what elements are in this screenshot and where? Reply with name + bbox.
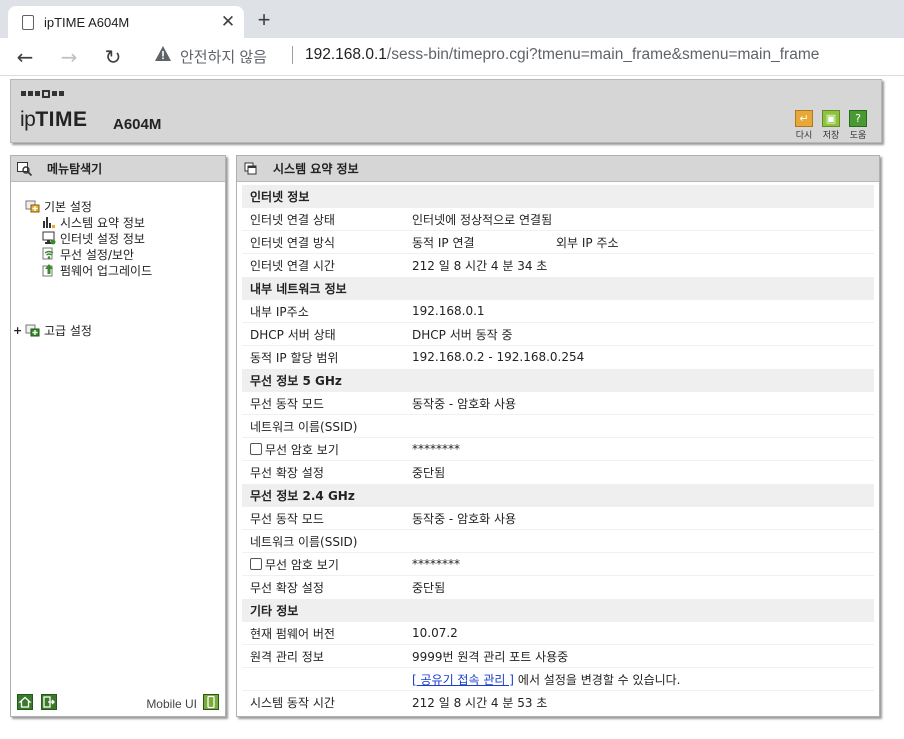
wifi-icon — [41, 247, 57, 261]
system-summary-panel: 시스템 요약 정보 인터넷 정보 인터넷 연결 상태 인터넷에 정상적으로 연결… — [236, 155, 880, 717]
save-button[interactable]: ▣ 저장 — [820, 110, 842, 141]
section-wireless-24ghz: 무선 정보 2.4 GHz — [242, 483, 874, 506]
table-row: 무선 암호 보기 ******** — [242, 552, 874, 575]
menu-internet-settings[interactable]: 인터넷 설정 정보 — [41, 230, 152, 246]
logout-icon[interactable] — [41, 694, 57, 710]
help-icon: ? — [849, 110, 867, 127]
system-summary-header: 시스템 요약 정보 — [237, 156, 879, 182]
mobile-phone-icon[interactable] — [203, 694, 219, 710]
section-wireless-5ghz: 무선 정보 5 GHz — [242, 368, 874, 391]
forward-button[interactable]: → — [56, 44, 82, 70]
new-tab-button[interactable]: + — [252, 7, 276, 32]
menu-system-summary[interactable]: 시스템 요약 정보 — [41, 214, 152, 230]
table-row: [ 공유기 접속 관리 ] 에서 설정을 변경할 수 있습니다. — [242, 667, 874, 690]
summary-table: 인터넷 정보 인터넷 연결 상태 인터넷에 정상적으로 연결됨 인터넷 연결 방… — [242, 184, 874, 713]
table-row: 무선 동작 모드 동작중 - 암호화 사용 — [242, 506, 874, 529]
table-row: 인터넷 연결 시간 212 일 8 시간 4 분 34 초 — [242, 253, 874, 276]
section-internet: 인터넷 정보 — [242, 184, 874, 207]
url-path: /sess-bin/timepro.cgi?tmenu=main_frame&s… — [386, 46, 820, 63]
expand-toggle[interactable]: + — [13, 324, 25, 337]
menu-firmware-upgrade[interactable]: 펌웨어 업그레이드 — [41, 262, 152, 278]
page-title: 시스템 요약 정보 — [273, 162, 359, 176]
table-row: DHCP 서버 상태 DHCP 서버 동작 중 — [242, 322, 874, 345]
table-row: 동적 IP 할당 범위 192.168.0.2 - 192.168.0.254 — [242, 345, 874, 368]
help-button[interactable]: ? 도움 — [847, 110, 869, 141]
table-row: 인터넷 연결 상태 인터넷에 정상적으로 연결됨 — [242, 207, 874, 230]
table-row: 원격 관리 정보 9999번 원격 관리 포트 사용중 — [242, 644, 874, 667]
menu-explorer-title: 메뉴탐색기 — [47, 162, 103, 176]
monitor-icon — [41, 231, 57, 245]
security-status[interactable]: 안전하지 않음 — [180, 46, 267, 67]
router-header: ipTIME A604M ↵ 다시 ▣ 저장 ? 도움 — [10, 79, 882, 143]
table-row: 내부 IP주소 192.168.0.1 — [242, 299, 874, 322]
table-row: 무선 확장 설정 중단됨 — [242, 460, 874, 483]
router-access-management-link[interactable]: [ 공유기 접속 관리 ] — [412, 671, 514, 688]
menu-wireless-settings[interactable]: 무선 설정/보안 — [41, 246, 152, 262]
window-icon — [243, 162, 259, 176]
show-password-checkbox-24ghz[interactable] — [250, 558, 262, 570]
mobile-ui-link[interactable]: Mobile UI — [146, 697, 197, 711]
iptime-logo: ipTIME — [20, 108, 88, 131]
menu-tree: 기본 설정 시스템 요약 정보 인터넷 설정 정보 무선 설정/보안 펌웨어 업… — [13, 198, 152, 338]
table-row: 무선 동작 모드 동작중 - 암호화 사용 — [242, 391, 874, 414]
menu-explorer: 메뉴탐색기 기본 설정 시스템 요약 정보 인터넷 설정 정보 무선 설정/보안… — [10, 155, 226, 717]
search-icon — [17, 161, 33, 176]
browser-tabbar: ipTIME A604M ✕ + — [0, 0, 904, 38]
tab-title: ipTIME A604M — [44, 14, 130, 30]
table-row: 무선 암호 보기 ******** — [242, 437, 874, 460]
url-host: 192.168.0.1 — [305, 46, 387, 63]
browser-tab[interactable]: ipTIME A604M ✕ — [8, 6, 244, 38]
save-icon: ▣ — [822, 110, 840, 127]
back-button[interactable]: ← — [12, 44, 38, 70]
document-icon — [22, 14, 34, 30]
reload-button[interactable]: ↻ — [100, 44, 126, 70]
refresh-button[interactable]: ↵ 다시 — [793, 110, 815, 141]
menu-explorer-header: 메뉴탐색기 — [11, 156, 225, 182]
table-row: 네트워크 이름(SSID) — [242, 414, 874, 437]
close-icon[interactable]: ✕ — [218, 12, 238, 32]
address-bar[interactable]: 192.168.0.1/sess-bin/timepro.cgi?tmenu=m… — [305, 46, 819, 64]
table-row: 네트워크 이름(SSID) — [242, 529, 874, 552]
folder-icon — [25, 199, 41, 213]
address-separator — [292, 46, 293, 64]
section-etc: 기타 정보 — [242, 598, 874, 621]
section-lan: 내부 네트워크 정보 — [242, 276, 874, 299]
table-row: 인터넷 연결 방식 동적 IP 연결 외부 IP 주소 — [242, 230, 874, 253]
menu-advanced-settings[interactable]: + 고급 설정 — [13, 322, 152, 338]
table-row: 무선 확장 설정 중단됨 — [242, 575, 874, 598]
table-row: 현재 펌웨어 버전 10.07.2 — [242, 621, 874, 644]
table-row: 시스템 동작 시간 212 일 8 시간 4 분 53 초 — [242, 690, 874, 713]
menu-basic-settings[interactable]: 기본 설정 — [25, 198, 152, 214]
model-name: A604M — [113, 116, 162, 133]
logo-mark — [21, 90, 64, 98]
warning-icon[interactable] — [154, 45, 172, 63]
upgrade-icon — [41, 263, 57, 277]
folder-icon — [25, 323, 41, 337]
chart-icon — [41, 215, 57, 229]
show-password-checkbox-5ghz[interactable] — [250, 443, 262, 455]
home-icon[interactable] — [17, 694, 33, 710]
sidebar-footer: Mobile UI — [15, 694, 221, 712]
refresh-icon: ↵ — [795, 110, 813, 127]
